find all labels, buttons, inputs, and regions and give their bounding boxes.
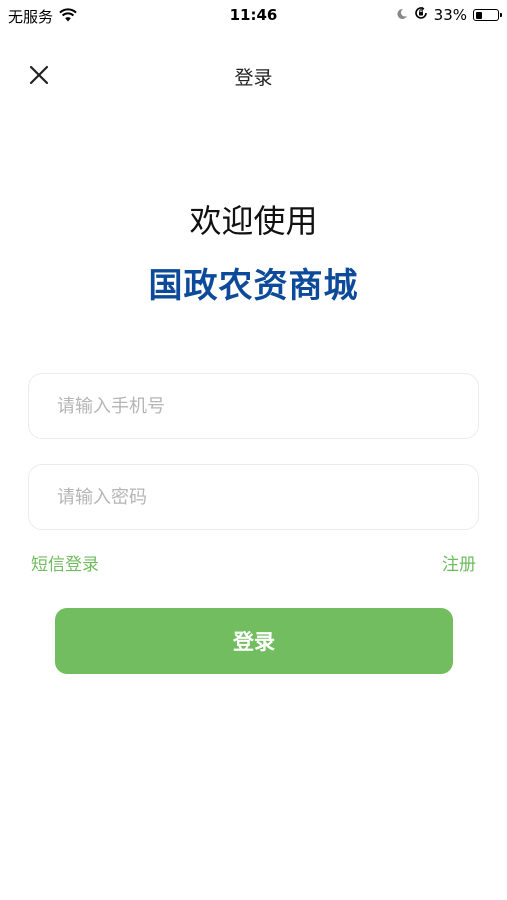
battery-percent: 33%	[433, 6, 467, 24]
phone-input[interactable]	[29, 374, 478, 438]
phone-field	[28, 373, 479, 439]
orientation-lock-icon	[414, 6, 428, 24]
brand-name: 国政农资商城	[148, 266, 359, 306]
welcome-text: 欢迎使用	[189, 202, 318, 240]
register-link[interactable]: 注册	[442, 550, 476, 575]
status-bar: 无服务 11:46 33%	[0, 0, 507, 32]
password-input[interactable]	[29, 465, 478, 529]
login-screen: 无服务 11:46 33% 登录 欢迎使用 国政农资商城 请输入手机号 短信登录…	[0, 0, 507, 900]
password-field	[28, 464, 479, 530]
login-button[interactable]: 登录	[55, 608, 453, 674]
battery-fill	[475, 11, 483, 19]
battery-cap	[500, 13, 502, 17]
page-title: 登录	[234, 67, 273, 89]
sms-login-link[interactable]: 短信登录	[31, 550, 99, 575]
moon-icon	[396, 6, 408, 24]
nav-bar: 登录	[0, 52, 507, 98]
battery-icon	[473, 9, 502, 21]
status-right: 33%	[396, 6, 502, 24]
